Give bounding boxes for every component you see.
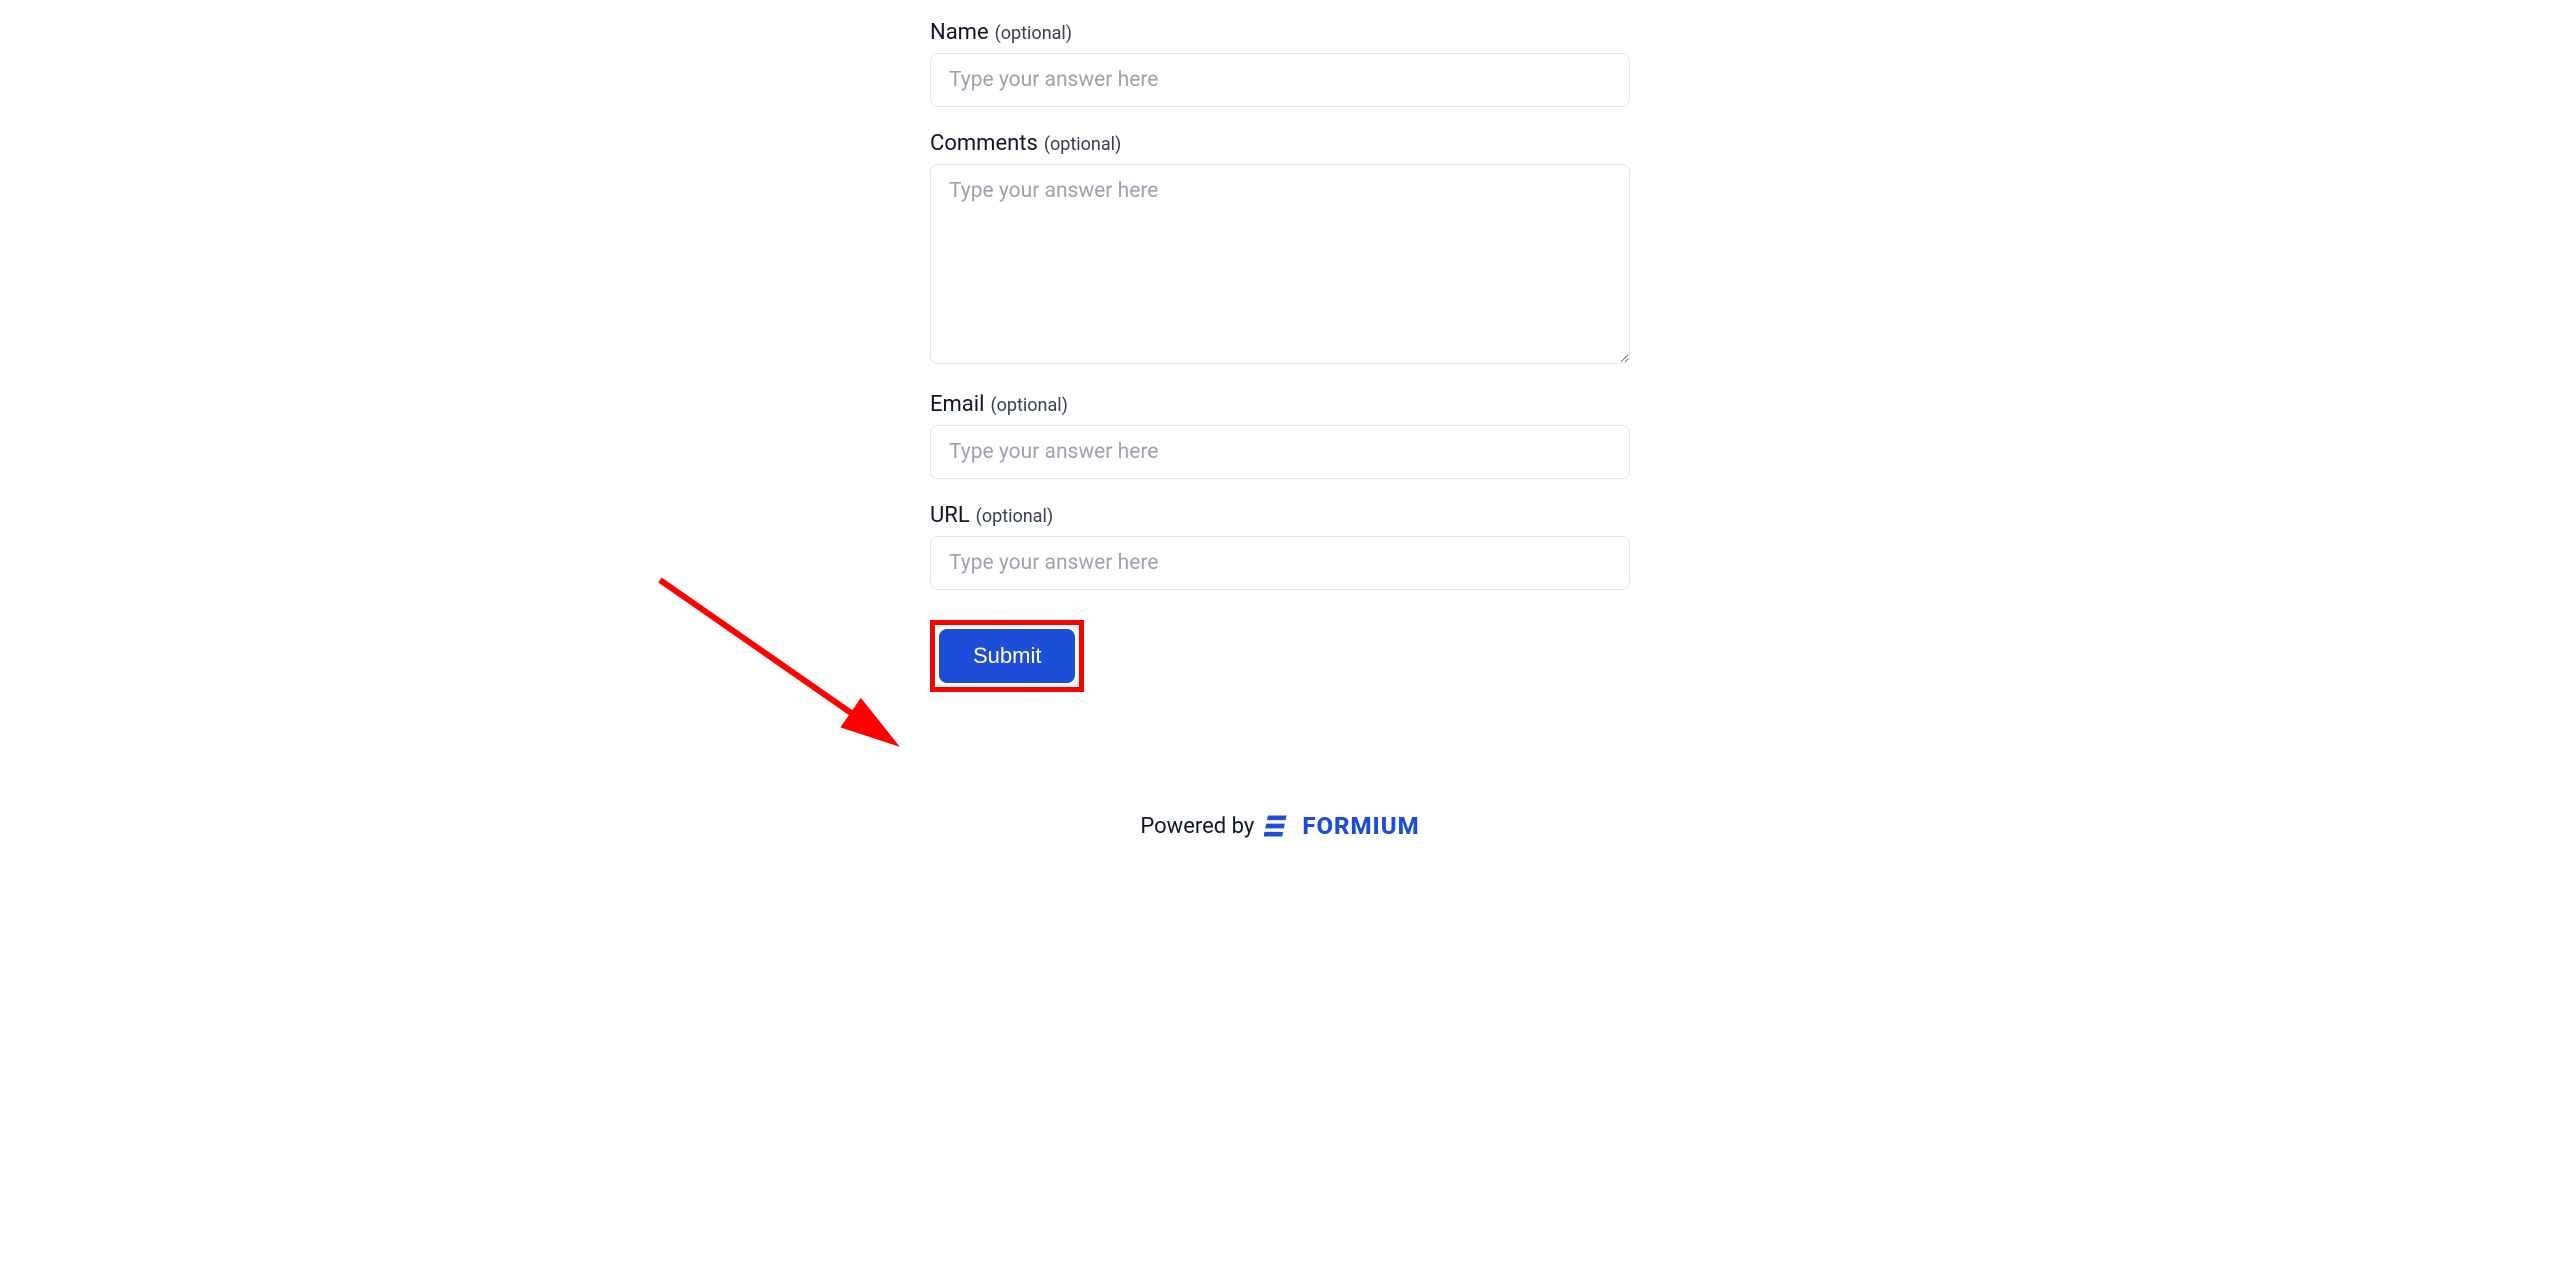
footer-brand[interactable]: FORMIUM [1302, 812, 1419, 840]
footer-prefix: Powered by [1140, 814, 1254, 839]
field-comments-label: Comments [930, 131, 1038, 156]
annotation-arrow-icon [650, 570, 940, 770]
form-container: Name (optional) Comments (optional) Emai… [930, 20, 1630, 692]
field-comments: Comments (optional) [930, 131, 1630, 368]
field-comments-hint: (optional) [1044, 134, 1121, 155]
footer: Powered by FORMIUM [1140, 812, 1419, 840]
field-name-label-row: Name (optional) [930, 20, 1630, 45]
field-url-label-row: URL (optional) [930, 503, 1630, 528]
submit-highlight-box: Submit [930, 620, 1084, 692]
url-input[interactable] [930, 536, 1630, 590]
email-input[interactable] [930, 425, 1630, 479]
field-name: Name (optional) [930, 20, 1630, 107]
field-url-hint: (optional) [976, 506, 1053, 527]
field-url: URL (optional) [930, 503, 1630, 590]
field-email: Email (optional) [930, 392, 1630, 479]
submit-button[interactable]: Submit [939, 629, 1075, 683]
comments-input[interactable] [930, 164, 1630, 364]
field-comments-label-row: Comments (optional) [930, 131, 1630, 156]
field-url-label: URL [930, 503, 970, 528]
field-email-label: Email [930, 392, 984, 417]
field-email-label-row: Email (optional) [930, 392, 1630, 417]
field-name-hint: (optional) [995, 23, 1072, 44]
field-email-hint: (optional) [990, 395, 1067, 416]
name-input[interactable] [930, 53, 1630, 107]
field-name-label: Name [930, 20, 989, 45]
formium-logo-icon [1264, 812, 1292, 840]
